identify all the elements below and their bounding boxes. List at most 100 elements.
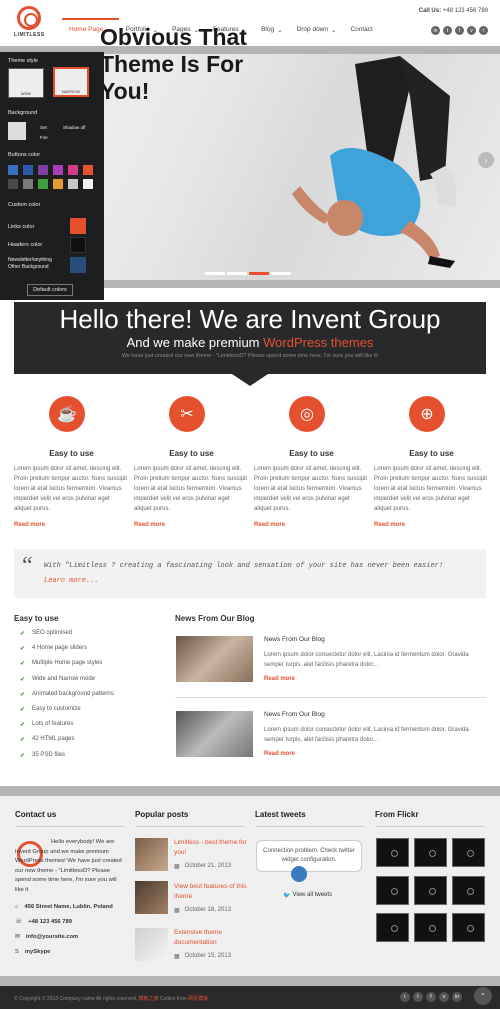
easy-list-label: Wide and Narrow mode (32, 675, 96, 682)
nav-contact[interactable]: Contact (343, 18, 379, 46)
blog-post-image[interactable] (176, 711, 253, 757)
rss-icon[interactable]: r (400, 992, 410, 1002)
easy-list-item: ✔ SEO optimised (20, 630, 72, 637)
flickr-photo[interactable] (376, 838, 409, 867)
back-to-top-button[interactable]: ⌃ (474, 987, 492, 1005)
twitter-icon[interactable]: t (413, 992, 423, 1002)
nav-dropdown[interactable]: Drop down ⌄ (290, 18, 344, 46)
links-color-swatch[interactable] (70, 218, 86, 234)
slider-next-button[interactable]: › (478, 152, 494, 168)
facebook-icon[interactable]: f (455, 26, 464, 35)
popular-post-title[interactable]: Limitless - best theme for you! (174, 838, 254, 858)
banner-text: We have just created our new theme - "Li… (121, 353, 379, 359)
rss-icon[interactable]: r (479, 26, 488, 35)
flickr-photo[interactable] (414, 838, 447, 867)
blog-post-title[interactable]: News From Our Blog (264, 711, 325, 718)
linkedin-icon[interactable]: in (431, 26, 440, 35)
flickr-photo[interactable] (452, 876, 485, 905)
button-color-swatch[interactable] (8, 165, 18, 175)
linkedin-icon[interactable]: in (452, 992, 462, 1002)
blog-title: News From Our Blog (175, 614, 255, 623)
headers-color-swatch[interactable] (70, 237, 86, 253)
flickr-photo[interactable] (452, 838, 485, 867)
narrow-label: NARROW (61, 89, 81, 94)
easy-list-label: SEO optimised (32, 630, 73, 636)
learn-more-link[interactable]: Learn more... (44, 577, 99, 585)
style-switcher-panel: Theme style WIDE NARROW Background Set S… (0, 52, 104, 300)
slider-dot[interactable] (271, 272, 291, 275)
popular-post-image[interactable] (135, 838, 168, 871)
blog-divider (175, 697, 486, 698)
skype-link[interactable]: mySkype (25, 948, 50, 958)
popular-post-date: ▦ October 21, 2013 (174, 863, 231, 870)
button-color-swatch[interactable] (38, 179, 48, 189)
feature-text: Lorem ipsum dolor sit amet, descing elit… (374, 466, 488, 512)
phone-text: +48 123 456 789 (28, 919, 72, 925)
address-text: 456 Street Name, Lublin, Poland (24, 904, 113, 910)
narrow-theme-thumb[interactable]: NARROW (53, 67, 89, 97)
feature-column: ✂ Easy to use Lorem ipsum dolor sit amet… (134, 396, 249, 528)
vimeo-icon[interactable]: v (467, 26, 476, 35)
slider-dot[interactable] (205, 272, 225, 275)
blog-post-text: Lorem ipsum dolor consectetur dolor elit… (264, 652, 469, 668)
button-color-swatch[interactable] (53, 179, 63, 189)
banner-title: Hello there! We are Invent Group (59, 304, 441, 334)
feature-read-more[interactable]: Read more (14, 522, 129, 528)
bg-opt-fire[interactable]: Fire (40, 135, 48, 140)
flickr-title: From Flickr (375, 810, 419, 819)
home-icon: ⌂ (15, 904, 19, 910)
footer-rule (135, 826, 245, 827)
flickr-photo[interactable] (452, 913, 485, 942)
easy-list-label: 4 Home page sliders (32, 645, 88, 652)
button-color-swatch[interactable] (8, 179, 18, 189)
copyright-link[interactable]: 模板之家 (139, 996, 159, 1002)
button-color-swatch[interactable] (38, 165, 48, 175)
feature-column: ☕ Easy to use Lorem ipsum dolor sit amet… (14, 396, 129, 528)
facebook-icon[interactable]: f (426, 992, 436, 1002)
button-color-swatch[interactable] (68, 179, 78, 189)
slider-dot[interactable] (227, 272, 247, 275)
links-color-label: Links color (8, 224, 35, 230)
tools-icon: ✂ (169, 396, 205, 432)
blog-post-image[interactable] (176, 636, 253, 682)
footer-rule (255, 826, 365, 827)
flickr-photo[interactable] (414, 913, 447, 942)
view-tweets-link[interactable]: View all tweets (292, 892, 332, 899)
button-color-swatch[interactable] (23, 179, 33, 189)
button-color-swatch[interactable] (83, 179, 93, 189)
bg-opt-set[interactable]: Set (40, 125, 47, 130)
copyright-link[interactable]: 网页模板 (188, 996, 208, 1002)
feature-read-more[interactable]: Read more (374, 522, 489, 528)
date-text: October 15, 2013 (184, 953, 232, 959)
slider-dot-active[interactable] (249, 272, 269, 275)
blog-post-title[interactable]: News From Our Blog (264, 636, 325, 643)
flickr-photo[interactable] (414, 876, 447, 905)
popular-post-image[interactable] (135, 928, 168, 961)
view-all-tweets[interactable]: 🐦 View all tweets (283, 892, 332, 899)
default-colors-button[interactable]: Default colors (27, 284, 73, 296)
feature-read-more[interactable]: Read more (134, 522, 249, 528)
popular-post-title[interactable]: Extensive theme documentation (174, 928, 254, 948)
blog-read-more[interactable]: Read more (264, 676, 295, 682)
feature-read-more[interactable]: Read more (254, 522, 369, 528)
logo-icon[interactable] (17, 6, 41, 30)
button-color-swatch[interactable] (68, 165, 78, 175)
twitter-icon[interactable]: t (443, 26, 452, 35)
popular-post-image[interactable] (135, 881, 168, 914)
other-bg-swatch[interactable] (70, 257, 86, 273)
twitter-bird-icon (291, 866, 307, 882)
button-color-swatch[interactable] (83, 165, 93, 175)
flickr-photo[interactable] (376, 876, 409, 905)
check-icon: ✔ (20, 722, 26, 729)
bg-opt-shadow[interactable]: Shadow off (63, 125, 85, 130)
bg-pattern-thumb[interactable] (8, 122, 26, 140)
blog-read-more[interactable]: Read more (264, 751, 295, 757)
flickr-photo[interactable] (376, 913, 409, 942)
feature-column: ⊕ Easy to use Lorem ipsum dolor sit amet… (374, 396, 489, 528)
wide-theme-thumb[interactable]: WIDE (8, 68, 44, 98)
vimeo-icon[interactable]: v (439, 992, 449, 1002)
button-color-swatch[interactable] (23, 165, 33, 175)
email-link[interactable]: info@yoursite.com (26, 933, 78, 943)
popular-post-title[interactable]: View best features of this theme (174, 882, 254, 902)
button-color-swatch[interactable] (53, 165, 63, 175)
